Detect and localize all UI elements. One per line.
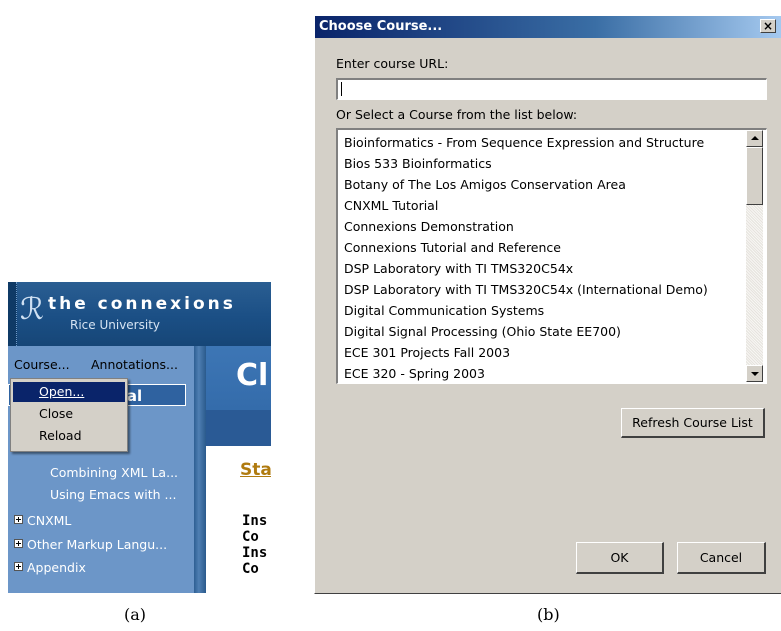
connexions-logo-icon: ℛ (20, 292, 44, 327)
expand-plus-icon[interactable] (14, 515, 23, 524)
scroll-up-button[interactable] (746, 130, 763, 147)
course-list-item[interactable]: ECE 301 Projects Fall 2003 (344, 342, 744, 363)
banner-stripe (8, 282, 17, 346)
sidebar-item-label: Appendix (27, 560, 86, 575)
sidebar-item-label: CNXML (27, 513, 72, 528)
course-listbox[interactable]: Bioinformatics - From Sequence Expressio… (336, 128, 767, 384)
app-banner (8, 282, 271, 346)
ok-button[interactable]: OK (576, 542, 664, 574)
content-pane: Cl Sta Ins Co Ins Co (206, 346, 271, 593)
sidebar-item-using-emacs[interactable]: Using Emacs with ... (50, 487, 176, 502)
arrow-down-icon (751, 372, 759, 376)
dialog-title: Choose Course... (319, 19, 443, 34)
connexions-app-window: ℛ the connexions Rice University Cl Sta … (8, 282, 271, 593)
pane-divider[interactable] (194, 346, 206, 593)
caption-b: (b) (537, 605, 560, 624)
content-heading: Cl (236, 358, 269, 393)
sidebar-item-cnxml[interactable]: CNXML (14, 513, 71, 528)
sidebar-item-combining-xml[interactable]: Combining XML La... (50, 465, 178, 480)
course-list-item[interactable]: Botany of The Los Amigos Conservation Ar… (344, 174, 744, 195)
menu-annotations[interactable]: Annotations... (91, 357, 178, 372)
brand-subtitle: Rice University (70, 318, 160, 332)
menu-item-close[interactable]: Close (13, 404, 125, 424)
course-list-item[interactable]: DSP Laboratory with TI TMS320C54x (Inter… (344, 279, 744, 300)
content-text-line: Co (242, 561, 259, 577)
course-list-item[interactable]: Bios 533 Bioinformatics (344, 153, 744, 174)
list-label: Or Select a Course from the list below: (336, 107, 578, 122)
expand-plus-icon[interactable] (14, 562, 23, 571)
refresh-course-list-button[interactable]: Refresh Course List (621, 408, 765, 438)
text-caret (341, 82, 342, 96)
content-header-band (206, 410, 271, 446)
scroll-thumb[interactable] (746, 147, 763, 205)
course-list-item[interactable]: Digital Signal Processing (Ohio State EE… (344, 321, 744, 342)
course-list-item[interactable]: Digital Communication Systems (344, 300, 744, 321)
course-list-item[interactable]: Connexions Tutorial and Reference (344, 237, 744, 258)
course-menu-popup: Open... Close Reload (10, 378, 128, 452)
sidebar-item-label: Other Markup Langu... (27, 537, 168, 552)
menu-item-reload[interactable]: Reload (13, 426, 125, 446)
menu-course[interactable]: Course... (14, 357, 70, 372)
expand-plus-icon[interactable] (14, 539, 23, 548)
content-text-line: Co (242, 529, 259, 545)
sidebar-item-appendix[interactable]: Appendix (14, 560, 86, 575)
course-list-item[interactable]: ECE 320 - Spring 2003 (344, 363, 744, 383)
menu-item-open[interactable]: Open... (13, 382, 125, 402)
course-list-item[interactable]: Connexions Demonstration (344, 216, 744, 237)
arrow-up-icon (751, 136, 759, 140)
course-list-item[interactable]: DSP Laboratory with TI TMS320C54x (344, 258, 744, 279)
course-list-item[interactable]: Bioinformatics - From Sequence Expressio… (344, 132, 744, 153)
close-icon[interactable]: × (760, 19, 776, 33)
url-label: Enter course URL: (336, 56, 449, 71)
menubar: Course... Annotations... (8, 354, 194, 376)
content-text-line: Ins (242, 513, 268, 529)
brand-title: the connexions (48, 294, 236, 314)
cancel-button[interactable]: Cancel (677, 542, 766, 574)
vertical-scrollbar[interactable] (746, 130, 763, 382)
content-text-line: Ins (242, 545, 268, 561)
scroll-down-button[interactable] (746, 365, 763, 382)
course-url-input[interactable] (336, 78, 767, 100)
content-link[interactable]: Sta (240, 460, 271, 480)
sidebar-item-other-markup[interactable]: Other Markup Langu... (14, 537, 167, 552)
dialog-titlebar[interactable]: Choose Course... × (315, 16, 781, 38)
course-list-item[interactable]: CNXML Tutorial (344, 195, 744, 216)
choose-course-dialog: Choose Course... × Enter course URL: Or … (314, 15, 781, 594)
caption-a: (a) (124, 605, 147, 624)
